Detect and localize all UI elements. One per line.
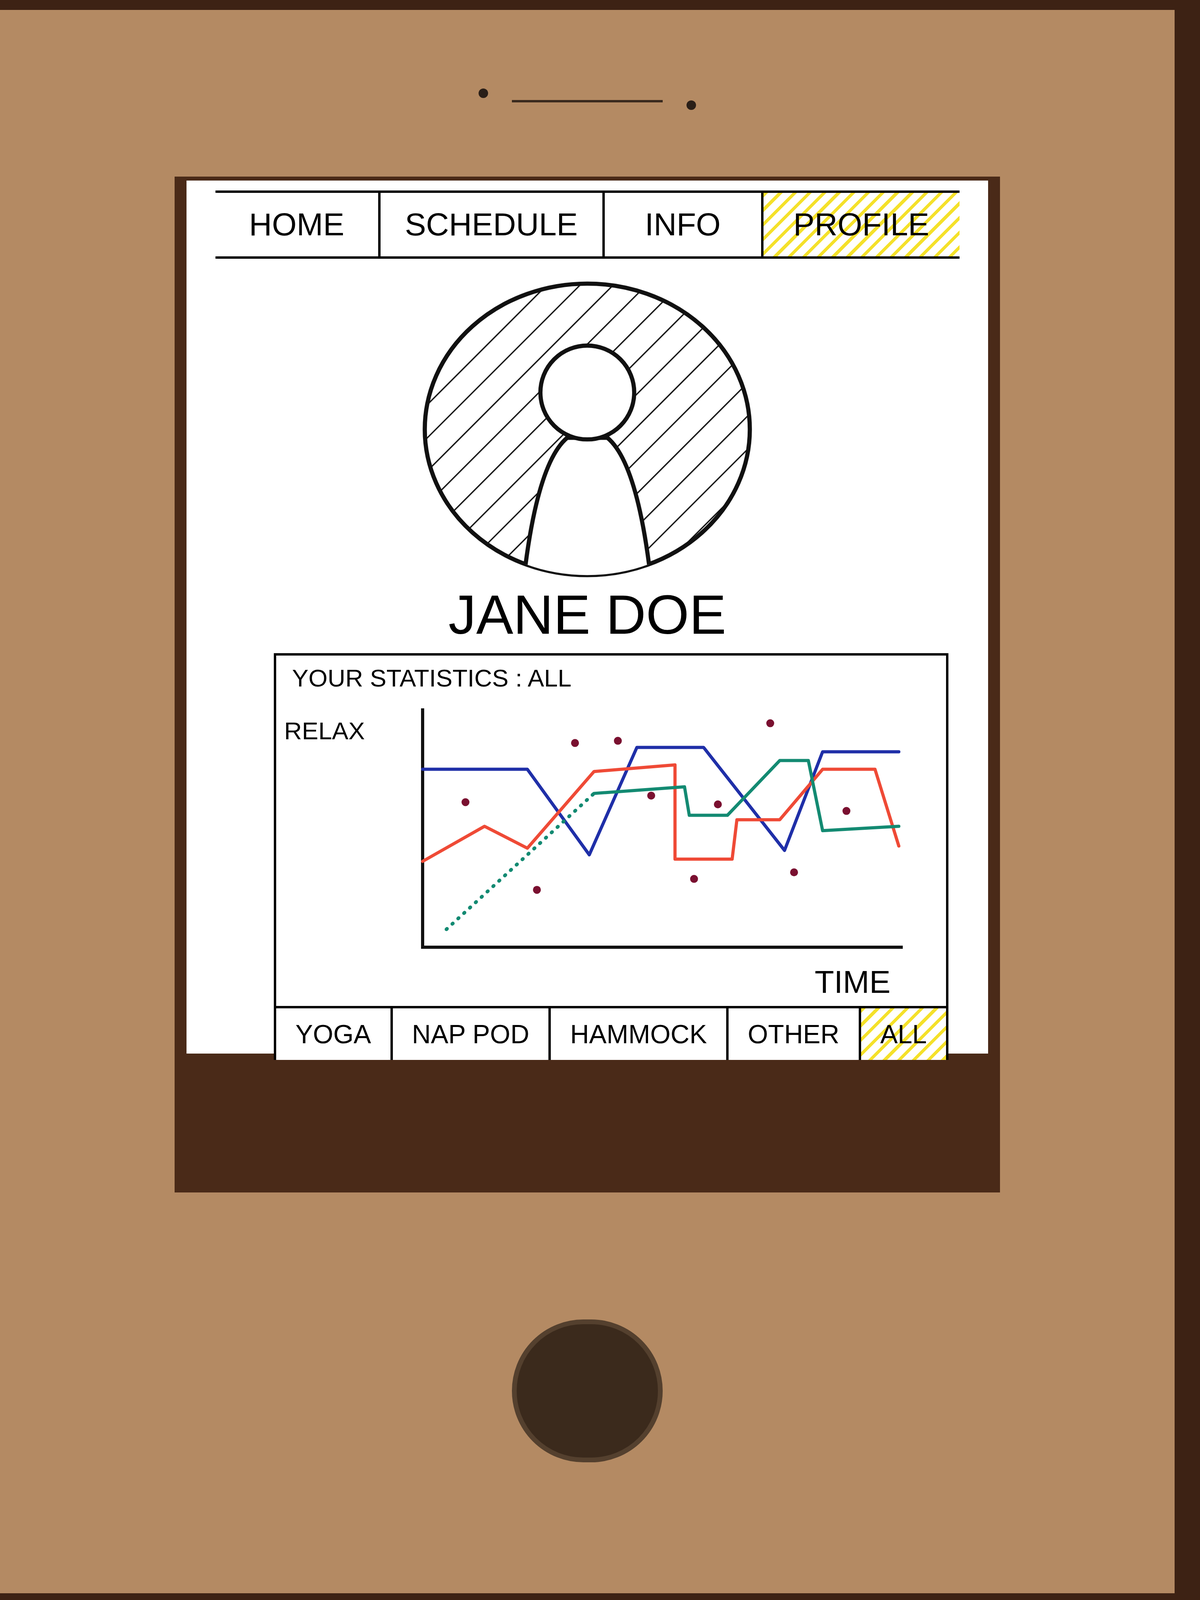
nav-tab[interactable]: SCHEDULE <box>378 192 603 257</box>
statistics-title: YOUR STATISTICS : ALL <box>276 655 947 697</box>
avatar-icon <box>416 278 758 581</box>
nav-tab[interactable]: PROFILE <box>761 192 960 257</box>
relax-chart <box>383 704 939 959</box>
filter-tab[interactable]: YOGA <box>276 1008 391 1060</box>
photo-scene: HOMESCHEDULEINFOPROFILE JANE DOE YOUR STAT… <box>0 0 1200 1600</box>
series-line <box>594 760 899 831</box>
paper-screen: HOMESCHEDULEINFOPROFILE JANE DOE YOUR STAT… <box>186 180 989 1054</box>
filter-tab[interactable]: OTHER <box>726 1008 859 1060</box>
session-dot <box>571 738 579 747</box>
speaker-line <box>511 100 663 103</box>
x-axis-label: TIME <box>814 958 947 1006</box>
session-dot <box>647 791 656 800</box>
y-axis <box>421 708 425 948</box>
session-dot <box>766 719 775 728</box>
session-dots <box>461 719 851 895</box>
projected-line <box>446 793 595 929</box>
screen-cutout: HOMESCHEDULEINFOPROFILE JANE DOE YOUR STAT… <box>174 176 1000 1193</box>
tablet-top-bezel <box>0 9 1175 177</box>
series-line <box>422 765 899 862</box>
home-button[interactable] <box>511 1319 663 1463</box>
profile-name: JANE DOE <box>448 584 727 646</box>
cardboard-tablet: HOMESCHEDULEINFOPROFILE JANE DOE YOUR STAT… <box>0 9 1175 1594</box>
session-dot <box>613 736 622 745</box>
session-dot <box>690 875 699 883</box>
y-axis-label: RELAX <box>284 696 384 959</box>
session-dot <box>713 800 722 809</box>
filter-tab[interactable]: ALL <box>858 1008 947 1060</box>
session-dot <box>461 798 470 806</box>
filter-tab[interactable]: HAMMOCK <box>548 1008 727 1060</box>
nav-tab[interactable]: INFO <box>602 192 762 257</box>
nav-tab[interactable]: HOME <box>215 192 379 257</box>
filter-tabs: YOGANAP PODHAMMOCKOTHERALL <box>276 1005 947 1060</box>
session-dot <box>790 868 799 877</box>
statistics-panel: YOUR STATISTICS : ALLRELAXTIMEYOGANAP PO… <box>273 653 949 1060</box>
session-dot <box>842 807 851 816</box>
filter-tab[interactable]: NAP POD <box>390 1008 549 1060</box>
sensor-dot <box>686 100 697 110</box>
session-dot <box>532 885 541 894</box>
camera-dot <box>478 88 489 99</box>
series-line <box>422 747 899 855</box>
x-axis <box>421 945 903 949</box>
nav-bar: HOMESCHEDULEINFOPROFILE <box>215 190 960 259</box>
